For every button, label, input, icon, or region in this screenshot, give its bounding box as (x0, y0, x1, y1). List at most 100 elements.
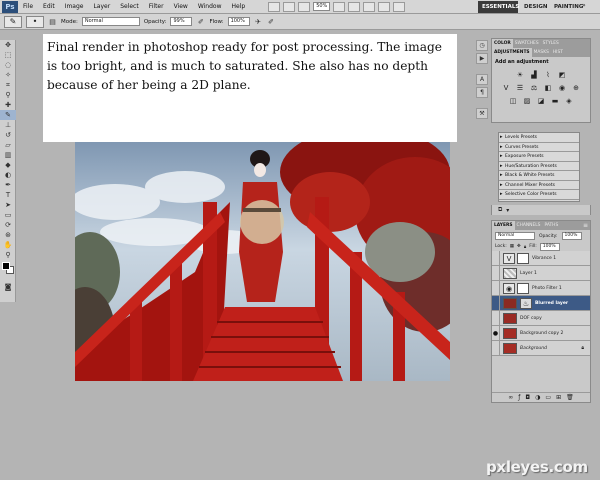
bridge-button[interactable] (268, 1, 281, 12)
clip-to-layer-icon[interactable]: ⧉ (498, 206, 502, 214)
visibility-toggle[interactable] (492, 310, 500, 326)
tab-swatches[interactable]: SWATCHES (513, 39, 541, 48)
tab-color[interactable]: COLOR (492, 39, 513, 48)
eyedropper-tool-icon[interactable]: ⚲ (0, 90, 16, 100)
paragraph-panel-icon[interactable]: ¶ (476, 87, 488, 98)
preset-exposure[interactable]: Exposure Presets (499, 152, 579, 162)
lock-all-icon[interactable]: 🔒︎ (524, 244, 526, 250)
tab-channels[interactable]: CHANNELS (515, 221, 543, 230)
brightness-contrast-icon[interactable]: ☀ (515, 70, 526, 80)
visibility-toggle[interactable] (492, 265, 500, 281)
hand-tool-icon[interactable]: ✋ (0, 240, 16, 250)
pressure-opacity-icon[interactable]: ✐ (196, 17, 205, 26)
eraser-tool-icon[interactable]: ▱ (0, 140, 16, 150)
brush-size-picker[interactable]: • (26, 15, 44, 28)
pressure-size-icon[interactable]: ✐ (267, 17, 276, 26)
more-workspaces-icon[interactable]: » (582, 2, 586, 9)
3d-rotate-tool-icon[interactable]: ⟳ (0, 220, 16, 230)
visibility-toggle[interactable] (492, 295, 500, 311)
levels-icon[interactable]: ▟ (529, 70, 540, 80)
panel-menu-icon[interactable]: ≡ (583, 222, 590, 229)
lock-pixels-icon[interactable]: ▦ (510, 244, 514, 249)
preset-channel-mixer[interactable]: Channel Mixer Presets (499, 181, 579, 190)
posterize-icon[interactable]: ▨ (522, 96, 533, 106)
history-panel-icon[interactable]: ◷ (476, 40, 488, 51)
new-layer-icon[interactable]: ⊞ (556, 394, 561, 401)
zoom-tool-icon[interactable]: ⚲ (0, 250, 16, 260)
preset-black-white[interactable]: Black & White Presets (499, 171, 579, 181)
brush-panel-toggle-icon[interactable]: ▤ (48, 17, 57, 26)
preset-hue-saturation[interactable]: Hue/Saturation Presets (499, 162, 579, 171)
view-extras-button[interactable] (298, 1, 311, 12)
add-mask-icon[interactable]: ◘ (525, 394, 530, 401)
menu-view[interactable]: View (169, 0, 193, 14)
visibility-toggle[interactable] (492, 340, 500, 356)
layer-row-layer-1[interactable]: Layer 1 (492, 265, 590, 281)
zoom-tool-button[interactable] (348, 1, 361, 12)
gradient-map-icon[interactable]: ▬ (550, 96, 561, 106)
character-panel-icon[interactable]: A (476, 74, 488, 85)
layer-row-background-copy-2[interactable]: ● Background copy 2 (492, 325, 590, 341)
shape-tool-icon[interactable]: ▭ (0, 210, 16, 220)
layer-row-vibrance-1[interactable]: V Vibrance 1 (492, 250, 590, 266)
document-canvas[interactable] (75, 142, 450, 381)
exposure-icon[interactable]: ◩ (557, 70, 568, 80)
photo-filter-icon[interactable]: ◉ (557, 83, 568, 93)
blur-tool-icon[interactable]: ◆ (0, 160, 16, 170)
flow-field[interactable]: 100% (227, 17, 250, 26)
layer-opacity-field[interactable]: 100% (561, 232, 582, 240)
layer-style-icon[interactable]: ƒ (518, 394, 520, 401)
tab-adjustments[interactable]: ADJUSTMENTS (492, 48, 532, 57)
history-brush-tool-icon[interactable]: ↺ (0, 130, 16, 140)
hue-saturation-icon[interactable]: ☰ (515, 83, 526, 93)
zoom-level-field[interactable]: 50% (313, 2, 331, 11)
visibility-toggle[interactable] (492, 250, 500, 266)
lock-position-icon[interactable]: ✥ (517, 244, 521, 249)
channel-mixer-icon[interactable]: ⊕ (571, 83, 582, 93)
visibility-eye-icon[interactable]: ● (492, 325, 500, 341)
workspace-essentials[interactable]: ESSENTIALS (478, 1, 519, 13)
tool-presets-panel-icon[interactable]: ⚒ (476, 108, 488, 119)
brush-preset-picker[interactable]: ✎ (4, 15, 22, 28)
menu-filter[interactable]: Filter (144, 0, 169, 14)
tab-histogram[interactable]: HIST (551, 48, 565, 57)
hand-tool-button[interactable] (333, 1, 346, 12)
preset-options-icon[interactable]: ▾ (506, 207, 509, 214)
tab-layers[interactable]: LAYERS (492, 221, 515, 230)
menu-window[interactable]: Window (193, 0, 227, 14)
color-swatches[interactable] (0, 260, 16, 282)
quick-select-tool-icon[interactable]: ✧ (0, 70, 16, 80)
tab-masks[interactable]: MASKS (532, 48, 551, 57)
layer-row-dof-copy[interactable]: DOF copy (492, 310, 590, 326)
visibility-toggle[interactable] (492, 280, 500, 296)
layer-mask-thumbnail[interactable] (517, 252, 529, 264)
quick-mask-icon[interactable]: ◙ (0, 282, 16, 292)
crop-tool-icon[interactable]: ⌗ (0, 80, 16, 90)
3d-orbit-tool-icon[interactable]: ⊛ (0, 230, 16, 240)
menu-file[interactable]: File (18, 0, 38, 14)
blend-mode-select[interactable]: Normal (495, 232, 535, 240)
lasso-tool-icon[interactable]: ◌ (0, 60, 16, 70)
preset-selective-color[interactable]: Selective Color Presets (499, 190, 579, 200)
delete-layer-icon[interactable]: 🗑︎ (566, 394, 574, 401)
arrange-documents-button[interactable] (378, 1, 391, 12)
dodge-tool-icon[interactable]: ◐ (0, 170, 16, 180)
path-select-tool-icon[interactable]: ➤ (0, 200, 16, 210)
rotate-view-button[interactable] (363, 1, 376, 12)
layer-row-blurred-layer[interactable]: ♨ Blurred layer (492, 295, 590, 311)
color-balance-icon[interactable]: ⚖ (529, 83, 540, 93)
tab-styles[interactable]: STYLES (541, 39, 561, 48)
mode-select[interactable]: Normal (81, 17, 140, 26)
layer-mask-thumbnail[interactable] (517, 282, 529, 294)
clone-stamp-tool-icon[interactable]: ⊥ (0, 120, 16, 130)
new-adjustment-layer-icon[interactable]: ◑ (535, 394, 540, 401)
workspace-design[interactable]: DESIGN (520, 1, 547, 13)
preset-curves[interactable]: Curves Presets (499, 143, 579, 152)
pen-tool-icon[interactable]: ✒ (0, 180, 16, 190)
layer-fill-field[interactable]: 100% (539, 242, 560, 251)
move-tool-icon[interactable]: ✥ (0, 40, 16, 50)
marquee-tool-icon[interactable]: ⬚ (0, 50, 16, 60)
new-group-icon[interactable]: ▭ (545, 394, 551, 401)
menu-select[interactable]: Select (115, 0, 144, 14)
healing-brush-tool-icon[interactable]: ✚ (0, 100, 16, 110)
